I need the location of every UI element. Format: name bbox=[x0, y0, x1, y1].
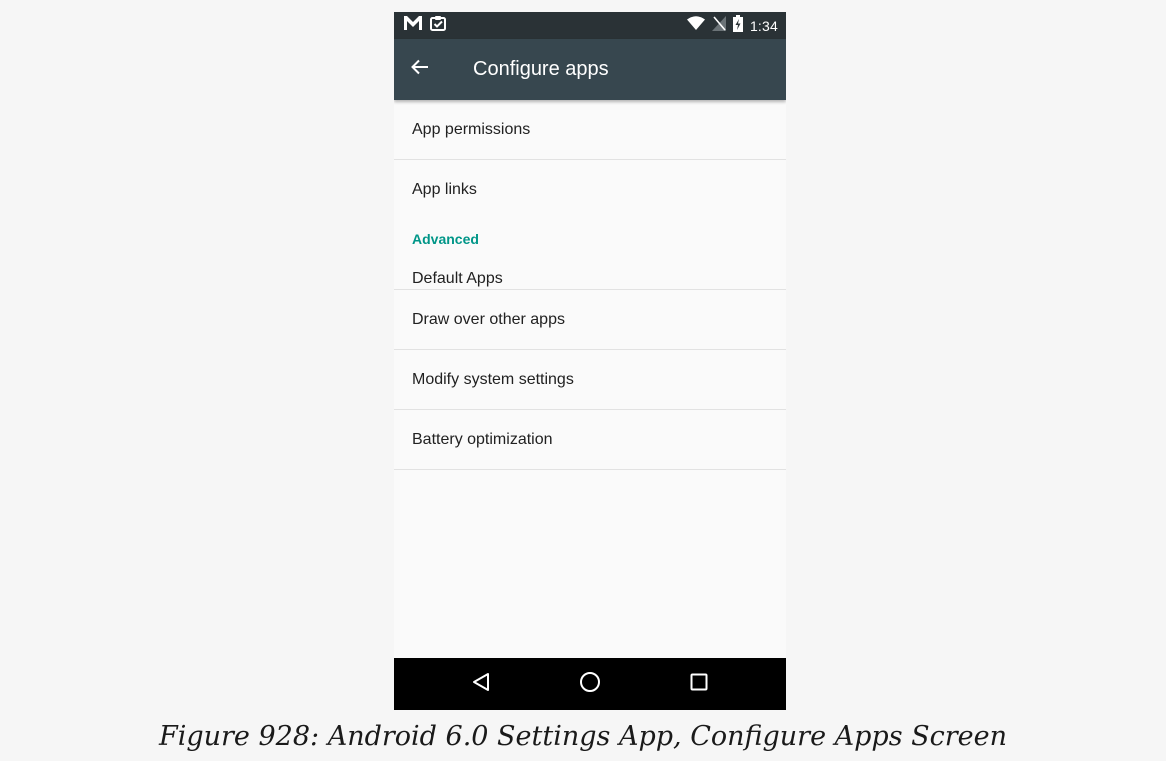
list-item-label: Battery optimization bbox=[412, 430, 553, 448]
figure-caption: Figure 928: Android 6.0 Settings App, Co… bbox=[158, 721, 1008, 752]
gmail-icon bbox=[404, 16, 422, 35]
status-left-icons bbox=[404, 15, 446, 36]
back-button[interactable] bbox=[406, 55, 434, 83]
clipboard-check-icon bbox=[430, 15, 446, 36]
settings-list: App permissions App links Advanced Defau… bbox=[394, 100, 786, 470]
navigation-bar bbox=[394, 658, 786, 710]
nav-back-button[interactable] bbox=[468, 671, 494, 697]
phone-screen: 1:34 Configure apps App permissions App … bbox=[394, 12, 786, 710]
section-header-label: Advanced bbox=[412, 231, 479, 247]
list-item-modify-system-settings[interactable]: Modify system settings bbox=[394, 350, 786, 410]
no-sim-icon bbox=[711, 15, 726, 36]
list-item-app-permissions[interactable]: App permissions bbox=[394, 100, 786, 160]
list-item-label: App links bbox=[412, 181, 477, 198]
square-recents-icon bbox=[690, 673, 708, 696]
status-bar: 1:34 bbox=[394, 12, 786, 39]
arrow-back-icon bbox=[411, 59, 429, 80]
triangle-back-icon bbox=[472, 672, 490, 697]
list-item-label: Draw over other apps bbox=[412, 310, 565, 328]
list-item-app-links[interactable]: App links bbox=[394, 160, 786, 220]
nav-home-button[interactable] bbox=[577, 671, 603, 697]
circle-home-icon bbox=[579, 671, 601, 698]
nav-recents-button[interactable] bbox=[686, 671, 712, 697]
status-time: 1:34 bbox=[749, 17, 778, 34]
wifi-icon bbox=[686, 16, 705, 35]
list-item-default-apps[interactable]: Default Apps bbox=[394, 258, 786, 290]
list-item-label: Modify system settings bbox=[412, 370, 574, 388]
section-header-advanced: Advanced bbox=[394, 220, 786, 258]
status-right-icons: 1:34 bbox=[686, 14, 778, 37]
page-title: Configure apps bbox=[473, 58, 609, 80]
list-item-label: App permissions bbox=[412, 120, 531, 138]
list-item-label: Default Apps bbox=[412, 270, 503, 287]
battery-charging-icon bbox=[732, 14, 743, 37]
page: 1:34 Configure apps App permissions App … bbox=[0, 0, 1166, 761]
list-item-battery-optimization[interactable]: Battery optimization bbox=[394, 410, 786, 470]
list-item-draw-over-other-apps[interactable]: Draw over other apps bbox=[394, 290, 786, 350]
app-bar: Configure apps bbox=[394, 39, 786, 100]
